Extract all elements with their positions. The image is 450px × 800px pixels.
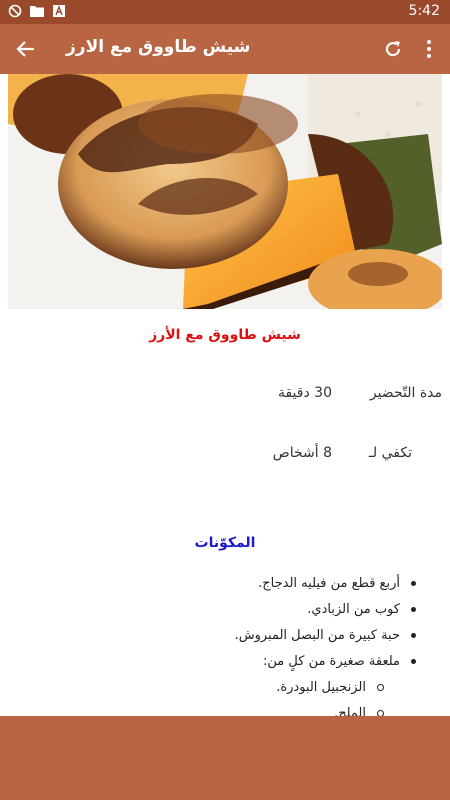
app-bar: شيش طاووق مع الارز bbox=[0, 24, 450, 74]
prep-time-label: مدة التّحضير bbox=[369, 385, 442, 401]
list-item: حبة كبيرة من البصل المبروش. bbox=[235, 623, 417, 649]
ingredients-list: أربع قطع من فيليه الدجاج. كوب من الزبادي… bbox=[235, 571, 418, 716]
prep-time-value: 30 دقيقة bbox=[277, 385, 332, 401]
recipe-content: شيش طاووق مع الأرز مدة التّحضير 30 دقيقة… bbox=[0, 309, 450, 716]
recipe-name: شيش طاووق مع الأرز bbox=[149, 327, 301, 343]
no-disturb-icon bbox=[8, 4, 22, 18]
serves-label: تكفي لـ bbox=[368, 445, 412, 461]
more-vert-icon[interactable] bbox=[416, 36, 442, 62]
page-title: شيش طاووق مع الارز bbox=[66, 37, 251, 57]
status-bar: 5:42 bbox=[0, 0, 450, 24]
list-item: ملعقة صغيرة من كلٍ من: bbox=[235, 649, 417, 675]
serves-value: 8 أشخاص bbox=[272, 445, 332, 461]
refresh-icon[interactable] bbox=[380, 36, 406, 62]
recipe-photo bbox=[8, 74, 442, 309]
clock: 5:42 bbox=[408, 3, 440, 19]
list-item: أربع قطع من فيليه الدجاج. bbox=[235, 571, 417, 597]
back-arrow-icon[interactable] bbox=[12, 35, 40, 63]
folder-icon bbox=[30, 4, 44, 18]
font-a-icon bbox=[52, 4, 66, 18]
list-item: كوب من الزبادي. bbox=[235, 597, 417, 623]
sub-list-item: الملح. bbox=[235, 701, 400, 716]
bottom-banner bbox=[0, 716, 450, 800]
sub-list-item: الزنجبيل البودرة. bbox=[235, 675, 400, 701]
ingredients-heading: المكوّنات bbox=[194, 535, 256, 551]
status-icons bbox=[8, 4, 66, 18]
